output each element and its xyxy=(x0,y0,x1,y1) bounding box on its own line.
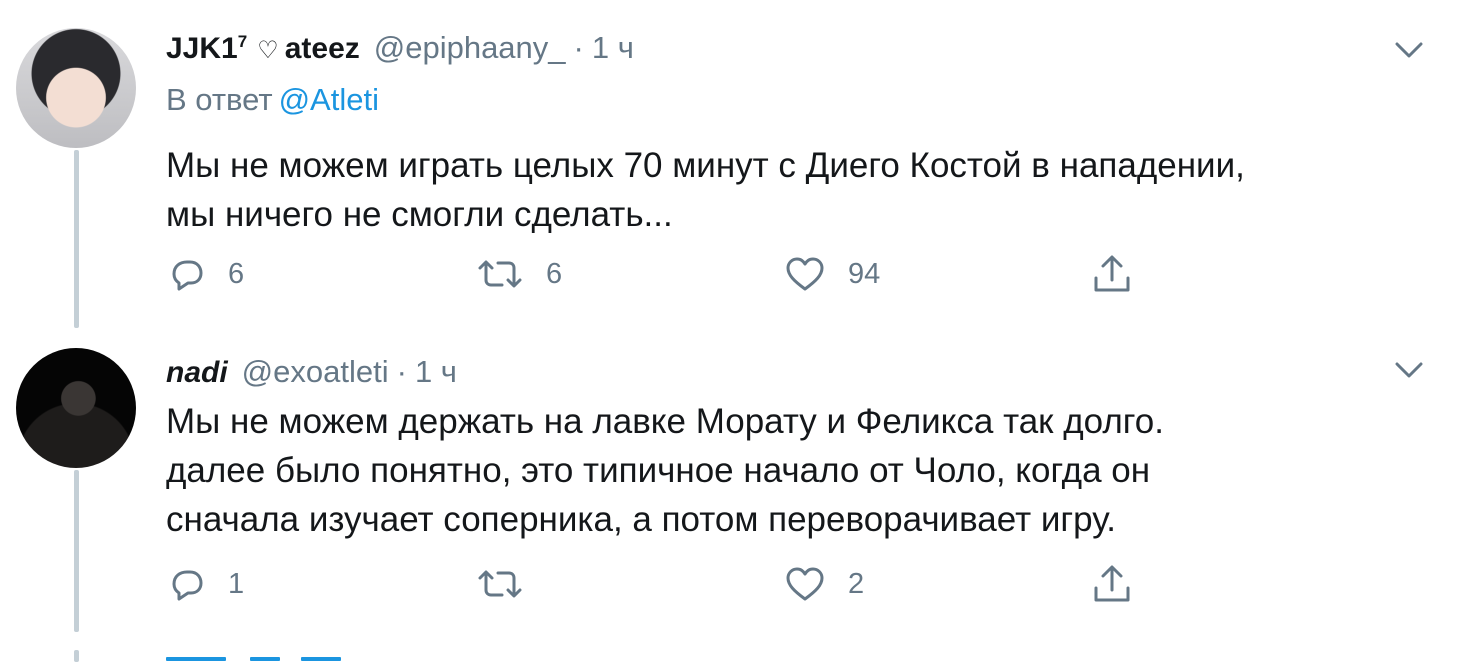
share-button[interactable] xyxy=(1090,252,1134,296)
like-count: 94 xyxy=(848,257,881,290)
tweet-header: nadi @exoatleti · 1 ч xyxy=(166,354,457,390)
separator-dot: · xyxy=(573,30,584,65)
tweet-actions: 6 6 94 xyxy=(166,252,1166,296)
heart-icon xyxy=(786,257,824,291)
share-button[interactable] xyxy=(1090,562,1134,606)
like-button[interactable]: 94 xyxy=(784,252,880,296)
tweet[interactable]: JJK17 ♡ ateez @epiphaany_ · 1 ч В ответ @… xyxy=(0,0,1460,330)
retweet-button[interactable] xyxy=(476,562,546,606)
like-count: 2 xyxy=(848,567,865,600)
separator-dot: · xyxy=(396,354,407,389)
reply-icon xyxy=(172,260,203,291)
next-tweet-cutoff xyxy=(166,648,356,662)
chevron-down-icon[interactable] xyxy=(1392,38,1426,62)
display-name[interactable]: nadi xyxy=(166,356,228,390)
chevron-down-icon[interactable] xyxy=(1392,358,1426,382)
reply-icon xyxy=(172,570,203,601)
tweet-timestamp[interactable]: 1 ч xyxy=(592,30,634,66)
user-handle[interactable]: @exoatleti xyxy=(242,354,389,390)
reply-to-mention[interactable]: @Atleti xyxy=(279,82,379,117)
tweet-timestamp[interactable]: 1 ч xyxy=(415,354,457,390)
tweet-text: Мы не можем держать на лавке Морату и Фе… xyxy=(166,402,1164,539)
reply-button[interactable]: 6 xyxy=(166,252,244,296)
tweet-thread: JJK17 ♡ ateez @epiphaany_ · 1 ч В ответ @… xyxy=(0,0,1460,662)
retweet-icon xyxy=(478,260,522,288)
share-icon xyxy=(1094,255,1130,292)
tweet-actions: 1 2 xyxy=(166,562,1166,606)
reply-to-label: В ответ xyxy=(166,82,273,117)
avatar[interactable] xyxy=(16,28,136,148)
user-handle[interactable]: @epiphaany_ xyxy=(374,30,566,66)
display-name[interactable]: JJK17 xyxy=(166,32,247,66)
like-button[interactable]: 2 xyxy=(784,562,864,606)
reply-to-line: В ответ @Atleti xyxy=(166,82,379,118)
avatar[interactable] xyxy=(16,348,136,468)
heart-icon xyxy=(786,567,824,601)
share-icon xyxy=(1094,565,1130,602)
reply-count: 6 xyxy=(228,257,245,290)
retweet-count: 6 xyxy=(546,257,563,290)
display-name-suffix[interactable]: ateez xyxy=(285,32,360,66)
tweet-text: Мы не можем играть целых 70 минут с Диег… xyxy=(166,146,1245,234)
display-name-heart: ♡ xyxy=(257,37,279,64)
tweet-header: JJK17 ♡ ateez @epiphaany_ · 1 ч xyxy=(166,30,634,66)
retweet-icon xyxy=(478,570,522,598)
thread-line xyxy=(74,650,79,662)
tweet[interactable]: nadi @exoatleti · 1 ч Мы не можем держат… xyxy=(0,330,1460,650)
reply-button[interactable]: 1 xyxy=(166,562,244,606)
reply-count: 1 xyxy=(228,567,245,600)
retweet-button[interactable]: 6 xyxy=(476,252,562,296)
